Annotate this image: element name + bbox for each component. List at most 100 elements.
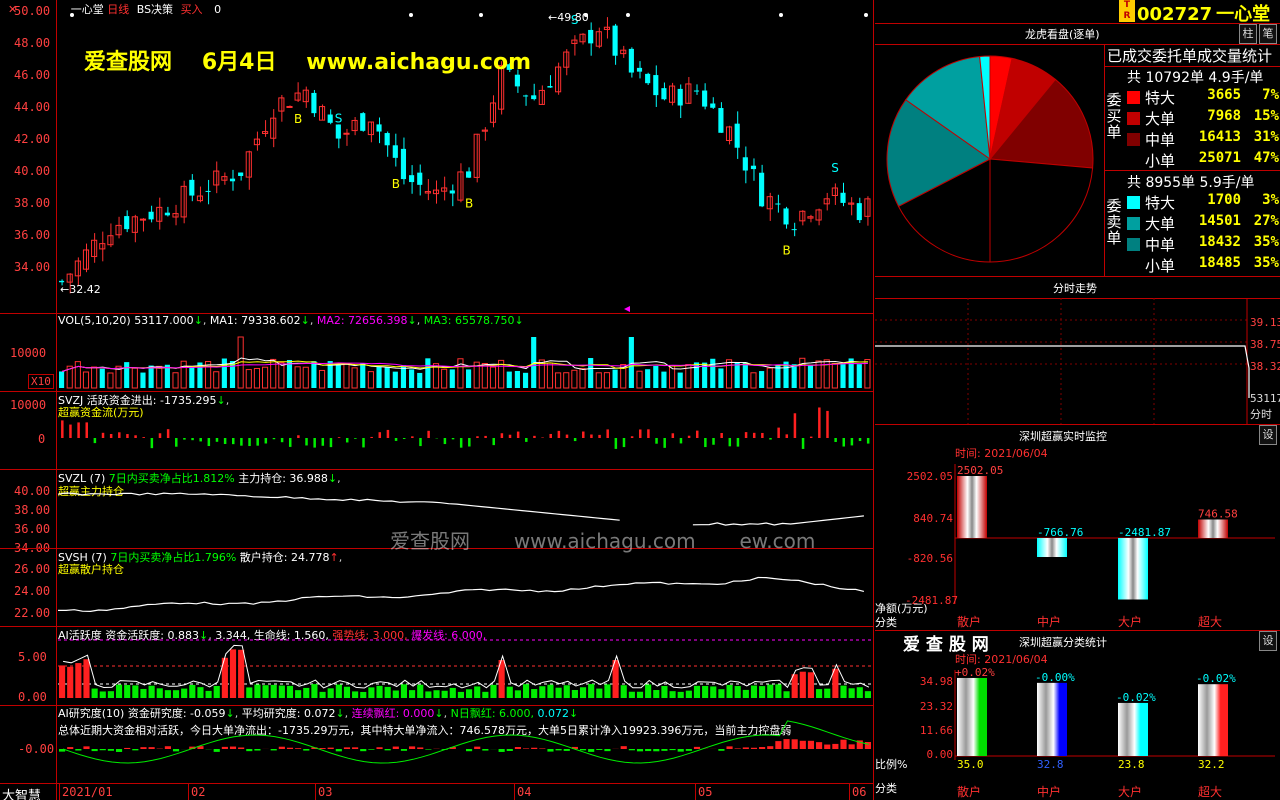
intraday-chart[interactable] (875, 298, 1280, 424)
volume-chart[interactable] (0, 313, 874, 391)
tab-stroke[interactable]: 笔 (1259, 24, 1277, 44)
activity-bar (734, 686, 741, 698)
volume-bar (172, 372, 179, 389)
research-bar (368, 749, 375, 750)
main-chart-area[interactable]: ✕ 一心堂 日线 BS决策 买入 0 BBBBSSS 爱查股网 6月4日 www… (0, 0, 874, 800)
research-bar (140, 747, 147, 749)
research-bar (172, 749, 180, 752)
fund-flow-bar (484, 435, 487, 438)
volume-bar (213, 371, 220, 389)
svzj-chart[interactable] (0, 391, 874, 469)
volume-bar (546, 362, 554, 389)
research-bar (425, 749, 432, 750)
volume-bar (74, 361, 81, 389)
fund-flow-bar (280, 438, 284, 443)
fund-flow-bar (313, 438, 316, 448)
x-axis-label: 02 (191, 785, 206, 799)
research-bar (628, 749, 635, 751)
banner-url: www.aichagu.com (306, 50, 532, 75)
order-percent: 47% (1253, 150, 1279, 166)
fund-flow-bar (109, 433, 113, 438)
fund-flow-bar (736, 438, 740, 447)
buy-signal-marker: B (465, 197, 473, 211)
monitor-category: 超大 (1198, 615, 1223, 629)
research-bar (343, 747, 351, 749)
svzj-tick-top: 10000 (10, 398, 47, 412)
fund-flow-bar (866, 438, 870, 444)
fund-flow-bar (183, 438, 186, 440)
research-bar (270, 749, 277, 751)
net-amount-value: 746.58 (1198, 508, 1238, 521)
volume-bar (253, 367, 261, 389)
fund-flow-bar (459, 438, 463, 448)
candle-body (636, 67, 643, 72)
research-bar (384, 749, 391, 751)
fund-flow-bar (834, 438, 837, 442)
fund-flow-bar (345, 438, 349, 443)
class-bar-chart[interactable]: +0.02% 35.0 -0.00% 32.8 -0.02% 23.8 -0.02% 32.2 (875, 630, 1280, 800)
price-tick: 48.00 (14, 36, 51, 50)
monitor-tick: -820.56 (906, 552, 953, 565)
fund-flow-bar (419, 438, 422, 447)
research-bar (474, 746, 481, 749)
fund-flow-bar (166, 429, 170, 438)
volume-bar (278, 362, 285, 389)
activity-bar (840, 685, 847, 698)
volume-bar (384, 367, 390, 388)
fund-flow-bar (411, 436, 414, 438)
research-bar (124, 747, 131, 749)
candle-body (466, 171, 472, 178)
watermark: 爱查股网 www.aichagu.com ew.com (390, 529, 816, 553)
order-volume: 25071 (1198, 150, 1241, 166)
volume-bar (156, 365, 163, 389)
volume-bar (645, 369, 651, 388)
volume-bar (335, 364, 341, 388)
candle-body (343, 132, 350, 135)
svsh-chart[interactable] (0, 548, 874, 626)
price-tick: 46.00 (14, 68, 51, 82)
fund-flow-bar (655, 438, 658, 444)
net-amount-value: -766.76 (1037, 526, 1083, 539)
fund-flow-bar (297, 435, 300, 438)
research-bar (775, 741, 782, 749)
activity-bar (115, 684, 123, 698)
activity-bar (278, 685, 285, 698)
activity-bar (75, 663, 82, 698)
order-percent: 35% (1253, 255, 1279, 271)
activity-bar (816, 689, 823, 698)
ai-research-chart[interactable] (0, 705, 874, 783)
research-bar (319, 748, 326, 749)
activity-bar (164, 690, 171, 698)
research-bar (840, 739, 847, 749)
fund-flow-bar (370, 436, 373, 438)
volume-bar (734, 363, 740, 388)
research-bar (132, 749, 139, 751)
activity-bar (726, 684, 733, 698)
activity-bar (677, 691, 684, 698)
research-bar (791, 739, 798, 749)
activity-bar (807, 672, 815, 698)
order-volume: 16413 (1198, 129, 1241, 145)
activity-bar (295, 690, 302, 698)
activity-bar (132, 685, 139, 698)
ratio-bar (1118, 702, 1148, 756)
candle-body (189, 179, 195, 196)
research-bar (376, 747, 383, 749)
fund-flow-bar (850, 438, 854, 446)
candle-body (547, 86, 553, 88)
activity-bar (286, 685, 294, 698)
fund-flow-bar (793, 413, 797, 438)
intraday-title: 分时走势 (1053, 282, 1097, 295)
fund-flow-bar (215, 438, 219, 442)
month-separator (695, 784, 696, 800)
activity-bar (555, 687, 562, 698)
volume-bar (131, 367, 138, 389)
order-pie-chart[interactable] (875, 44, 1105, 274)
price-tick: 34.00 (14, 260, 51, 274)
tab-bar[interactable]: 柱 (1239, 24, 1257, 44)
volume-bar (612, 369, 618, 388)
retail-holding-line (58, 576, 865, 613)
volume-bar (555, 372, 562, 389)
ai-active-chart[interactable] (0, 626, 874, 705)
fund-flow-bar (199, 438, 202, 442)
